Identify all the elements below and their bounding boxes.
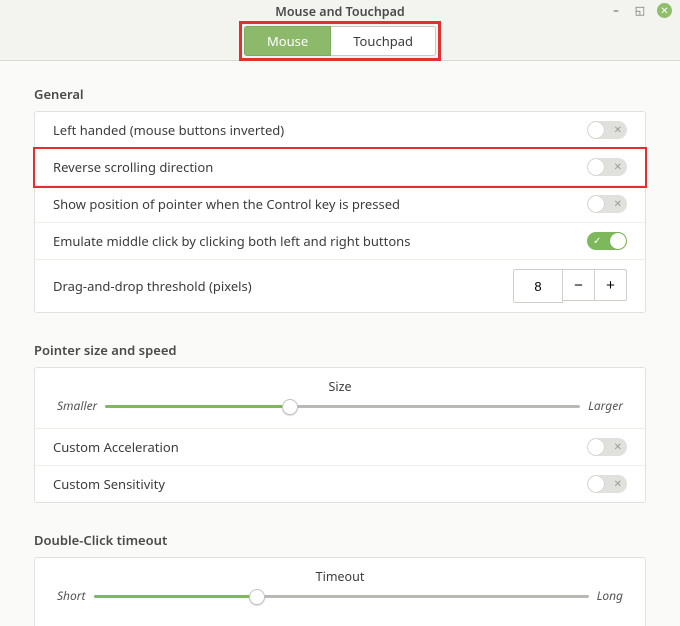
panel-general: Left handed (mouse buttons inverted) Rev… xyxy=(34,111,646,313)
dnd-threshold-decrement[interactable]: − xyxy=(563,269,595,301)
row-custom-accel: Custom Acceleration xyxy=(35,429,645,466)
slider-row-size: Smaller Larger xyxy=(57,397,623,414)
panel-pointer: Size Smaller Larger Custom Acceleration … xyxy=(34,367,646,503)
slider-timeout-min-label: Short xyxy=(57,587,86,604)
row-custom-sens: Custom Sensitivity xyxy=(35,466,645,502)
tab-strip: Mouse Touchpad xyxy=(0,22,680,61)
block-pointer-size: Size Smaller Larger xyxy=(35,368,645,429)
row-show-pointer: Show position of pointer when the Contro… xyxy=(35,186,645,223)
label-dnd-threshold: Drag-and-drop threshold (pixels) xyxy=(53,277,252,295)
close-icon[interactable]: ✕ xyxy=(657,3,672,18)
toggle-show-pointer[interactable] xyxy=(587,195,627,213)
tab-group: Mouse Touchpad xyxy=(241,23,439,59)
toggle-custom-accel[interactable] xyxy=(587,438,627,456)
panel-doubleclick: Timeout Short Long Double-click test xyxy=(34,557,646,626)
slider-timeout[interactable] xyxy=(94,588,589,604)
row-left-handed: Left handed (mouse buttons inverted) xyxy=(35,112,645,149)
window-title: Mouse and Touchpad xyxy=(275,3,405,20)
window-controls: – ◱ ✕ xyxy=(609,3,672,18)
tab-touchpad[interactable]: Touchpad xyxy=(331,26,436,56)
tab-mouse[interactable]: Mouse xyxy=(244,26,331,56)
section-heading-pointer: Pointer size and speed xyxy=(34,341,646,359)
content-area: General Left handed (mouse buttons inver… xyxy=(0,61,680,626)
label-custom-sens: Custom Sensitivity xyxy=(53,475,165,493)
label-emulate-middle: Emulate middle click by clicking both le… xyxy=(53,232,410,250)
dnd-threshold-input[interactable] xyxy=(513,269,563,303)
row-emulate-middle: Emulate middle click by clicking both le… xyxy=(35,223,645,260)
tab-touchpad-label: Touchpad xyxy=(353,32,413,50)
maximize-icon[interactable]: ◱ xyxy=(633,4,647,18)
block-doubleclick-timeout: Timeout Short Long xyxy=(35,558,645,618)
label-left-handed: Left handed (mouse buttons inverted) xyxy=(53,121,284,139)
minimize-icon[interactable]: – xyxy=(609,4,623,18)
dnd-threshold-stepper: − + xyxy=(513,269,627,303)
row-dnd-threshold: Drag-and-drop threshold (pixels) − + xyxy=(35,260,645,312)
titlebar: Mouse and Touchpad – ◱ ✕ xyxy=(0,0,680,22)
slider-size-min-label: Smaller xyxy=(57,397,97,414)
label-reverse-scroll: Reverse scrolling direction xyxy=(53,158,213,176)
label-custom-accel: Custom Acceleration xyxy=(53,438,179,456)
slider-timeout-max-label: Long xyxy=(597,587,623,604)
slider-row-timeout: Short Long xyxy=(57,587,623,604)
toggle-emulate-middle[interactable] xyxy=(587,232,627,250)
slider-pointer-size[interactable] xyxy=(105,398,580,414)
toggle-custom-sens[interactable] xyxy=(587,475,627,493)
row-reverse-scroll: Reverse scrolling direction xyxy=(35,149,645,186)
section-heading-doubleclick: Double-Click timeout xyxy=(34,531,646,549)
dnd-threshold-increment[interactable]: + xyxy=(595,269,627,301)
toggle-left-handed[interactable] xyxy=(587,121,627,139)
section-heading-general: General xyxy=(34,85,646,103)
slider-size-max-label: Larger xyxy=(588,397,623,414)
settings-window: Mouse and Touchpad – ◱ ✕ Mouse Touchpad … xyxy=(0,0,680,626)
tab-mouse-label: Mouse xyxy=(267,32,308,50)
caption-pointer-size: Size xyxy=(57,378,623,395)
toggle-reverse-scroll[interactable] xyxy=(587,158,627,176)
caption-timeout: Timeout xyxy=(57,568,623,585)
label-show-pointer: Show position of pointer when the Contro… xyxy=(53,195,400,213)
